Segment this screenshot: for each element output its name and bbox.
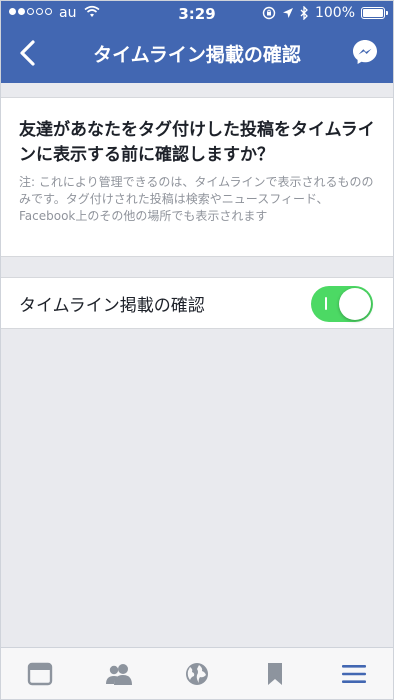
tab-bar (1, 647, 393, 699)
location-icon (282, 8, 293, 18)
timeline-review-toggle[interactable] (311, 286, 373, 322)
tab-menu[interactable] (334, 654, 374, 694)
toggle-knob[interactable] (339, 288, 371, 320)
globe-icon (185, 662, 208, 685)
battery-icon (361, 7, 388, 19)
review-info-card: 友達があなたをタグ付けした投稿をタイムラインに表示する前に確認しますか？ 注: … (1, 97, 393, 257)
rotation-lock-icon (262, 6, 276, 20)
nav-bar: タイムライン掲載の確認 (1, 27, 393, 79)
tab-saved[interactable] (255, 654, 295, 694)
friends-icon (105, 663, 132, 685)
timeline-review-setting: タイムライン掲載の確認 (1, 277, 393, 329)
review-note: 注: これにより管理できるのは、タイムラインで表示されるもののみです。タグ付けさ… (19, 175, 374, 223)
status-bar: au 3:29 100% (1, 1, 393, 27)
timeline-review-label: タイムライン掲載の確認 (19, 296, 205, 316)
header: au 3:29 100% タイムライン掲載の確認 (1, 1, 393, 83)
bluetooth-icon (300, 6, 308, 20)
messenger-icon[interactable] (351, 38, 379, 66)
bookmark-icon (268, 662, 283, 685)
screen: au 3:29 100% タイムライン掲載の確認 友達があなたをタグ付けした投稿… (0, 0, 394, 700)
tab-notifications[interactable] (177, 654, 217, 694)
tab-friends[interactable] (99, 654, 139, 694)
tab-news-feed[interactable] (20, 654, 60, 694)
battery-percentage: 100% (314, 5, 355, 21)
toggle-on-mark (325, 297, 327, 310)
review-question: 友達があなたをタグ付けした投稿をタイムラインに表示する前に確認しますか？ (19, 120, 375, 165)
page-title: タイムライン掲載の確認 (93, 44, 301, 66)
news-feed-icon (27, 662, 53, 685)
status-icons: 100% (262, 5, 388, 21)
menu-icon (341, 664, 366, 683)
